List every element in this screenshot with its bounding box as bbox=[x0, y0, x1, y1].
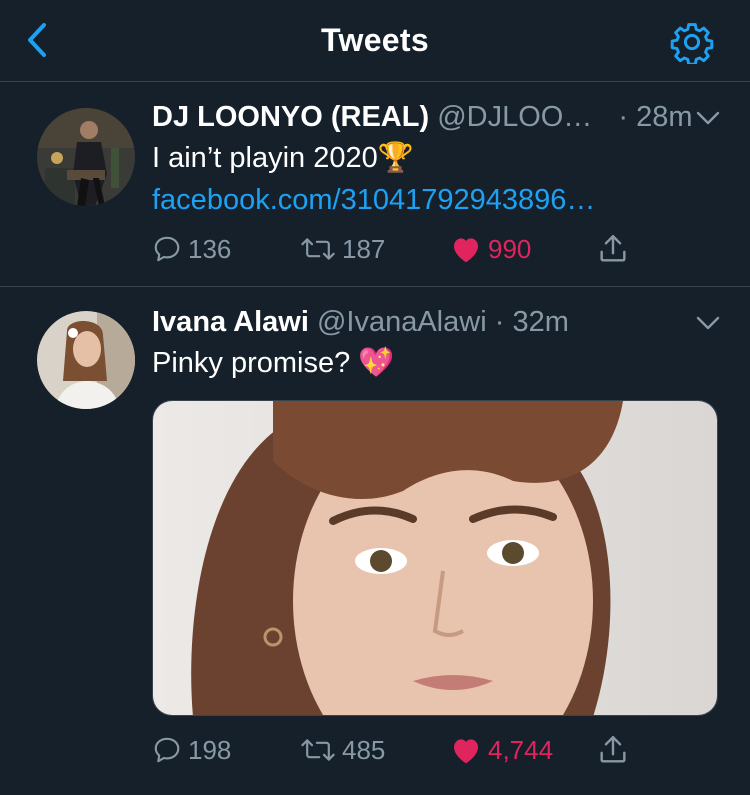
separator-dot: · bbox=[494, 306, 505, 338]
share-icon bbox=[600, 235, 626, 262]
tweet-text: Pinky promise? 💖 bbox=[152, 347, 395, 379]
avatar-image bbox=[37, 311, 135, 409]
like-button[interactable]: 990 bbox=[450, 229, 531, 269]
separator-dot: · bbox=[618, 101, 629, 133]
display-name[interactable]: DJ LOONYO (REAL) bbox=[152, 101, 429, 133]
avatar[interactable] bbox=[37, 108, 135, 206]
tweet-header: Ivana Alawi @IvanaAlawi · 32m bbox=[152, 305, 710, 339]
username[interactable]: @IvanaAlawi bbox=[317, 306, 487, 338]
display-name[interactable]: Ivana Alawi bbox=[152, 306, 309, 338]
reply-count: 198 bbox=[188, 734, 232, 765]
chevron-down-icon bbox=[696, 111, 720, 125]
retweet-button[interactable]: 485 bbox=[300, 730, 385, 770]
timestamp[interactable]: 32m bbox=[512, 306, 568, 338]
username[interactable]: @DJLOO… bbox=[437, 101, 592, 133]
timestamp[interactable]: 28m bbox=[636, 101, 692, 133]
portrait-photo bbox=[153, 401, 717, 715]
avatar-image bbox=[37, 108, 135, 206]
gear-icon bbox=[670, 23, 714, 66]
heart-icon bbox=[454, 739, 478, 764]
reply-button[interactable]: 136 bbox=[152, 229, 231, 269]
like-button[interactable]: 4,744 bbox=[450, 730, 553, 770]
share-button[interactable] bbox=[596, 229, 636, 269]
share-button[interactable] bbox=[596, 730, 636, 770]
share-icon bbox=[600, 736, 626, 763]
comment-icon bbox=[154, 737, 180, 763]
like-count: 4,744 bbox=[488, 734, 554, 765]
retweet-icon bbox=[301, 238, 335, 260]
like-count: 990 bbox=[488, 233, 532, 264]
retweet-button[interactable]: 187 bbox=[300, 229, 385, 269]
heart-icon bbox=[454, 238, 478, 263]
settings-button[interactable] bbox=[670, 20, 714, 66]
tweet-actions: 198 485 4,744 bbox=[152, 730, 710, 770]
retweet-count: 187 bbox=[342, 233, 386, 264]
reply-button[interactable]: 198 bbox=[152, 730, 231, 770]
tweet-image[interactable] bbox=[152, 400, 718, 716]
tweet-text: I ain’t playin 2020🏆 bbox=[152, 142, 414, 174]
top-nav-bar: Tweets bbox=[0, 0, 750, 82]
tweet-menu-button[interactable] bbox=[696, 110, 720, 126]
comment-icon bbox=[154, 236, 180, 262]
tweet-actions: 136 187 990 bbox=[152, 229, 710, 269]
tweet[interactable]: DJ LOONYO (REAL) @DJLOO… · 28m I ain’t p… bbox=[0, 82, 750, 287]
page-title: Tweets bbox=[321, 22, 429, 58]
chevron-down-icon bbox=[696, 316, 720, 330]
avatar[interactable] bbox=[37, 311, 135, 409]
retweet-count: 485 bbox=[342, 734, 386, 765]
tweet-header: DJ LOONYO (REAL) @DJLOO… · 28m bbox=[152, 100, 710, 134]
tweet[interactable]: Ivana Alawi @IvanaAlawi · 32m Pinky prom… bbox=[0, 287, 750, 795]
retweet-icon bbox=[301, 739, 335, 761]
tweet-link[interactable]: facebook.com/31041792943896… bbox=[152, 182, 595, 218]
reply-count: 136 bbox=[188, 233, 232, 264]
tweet-menu-button[interactable] bbox=[696, 315, 720, 331]
